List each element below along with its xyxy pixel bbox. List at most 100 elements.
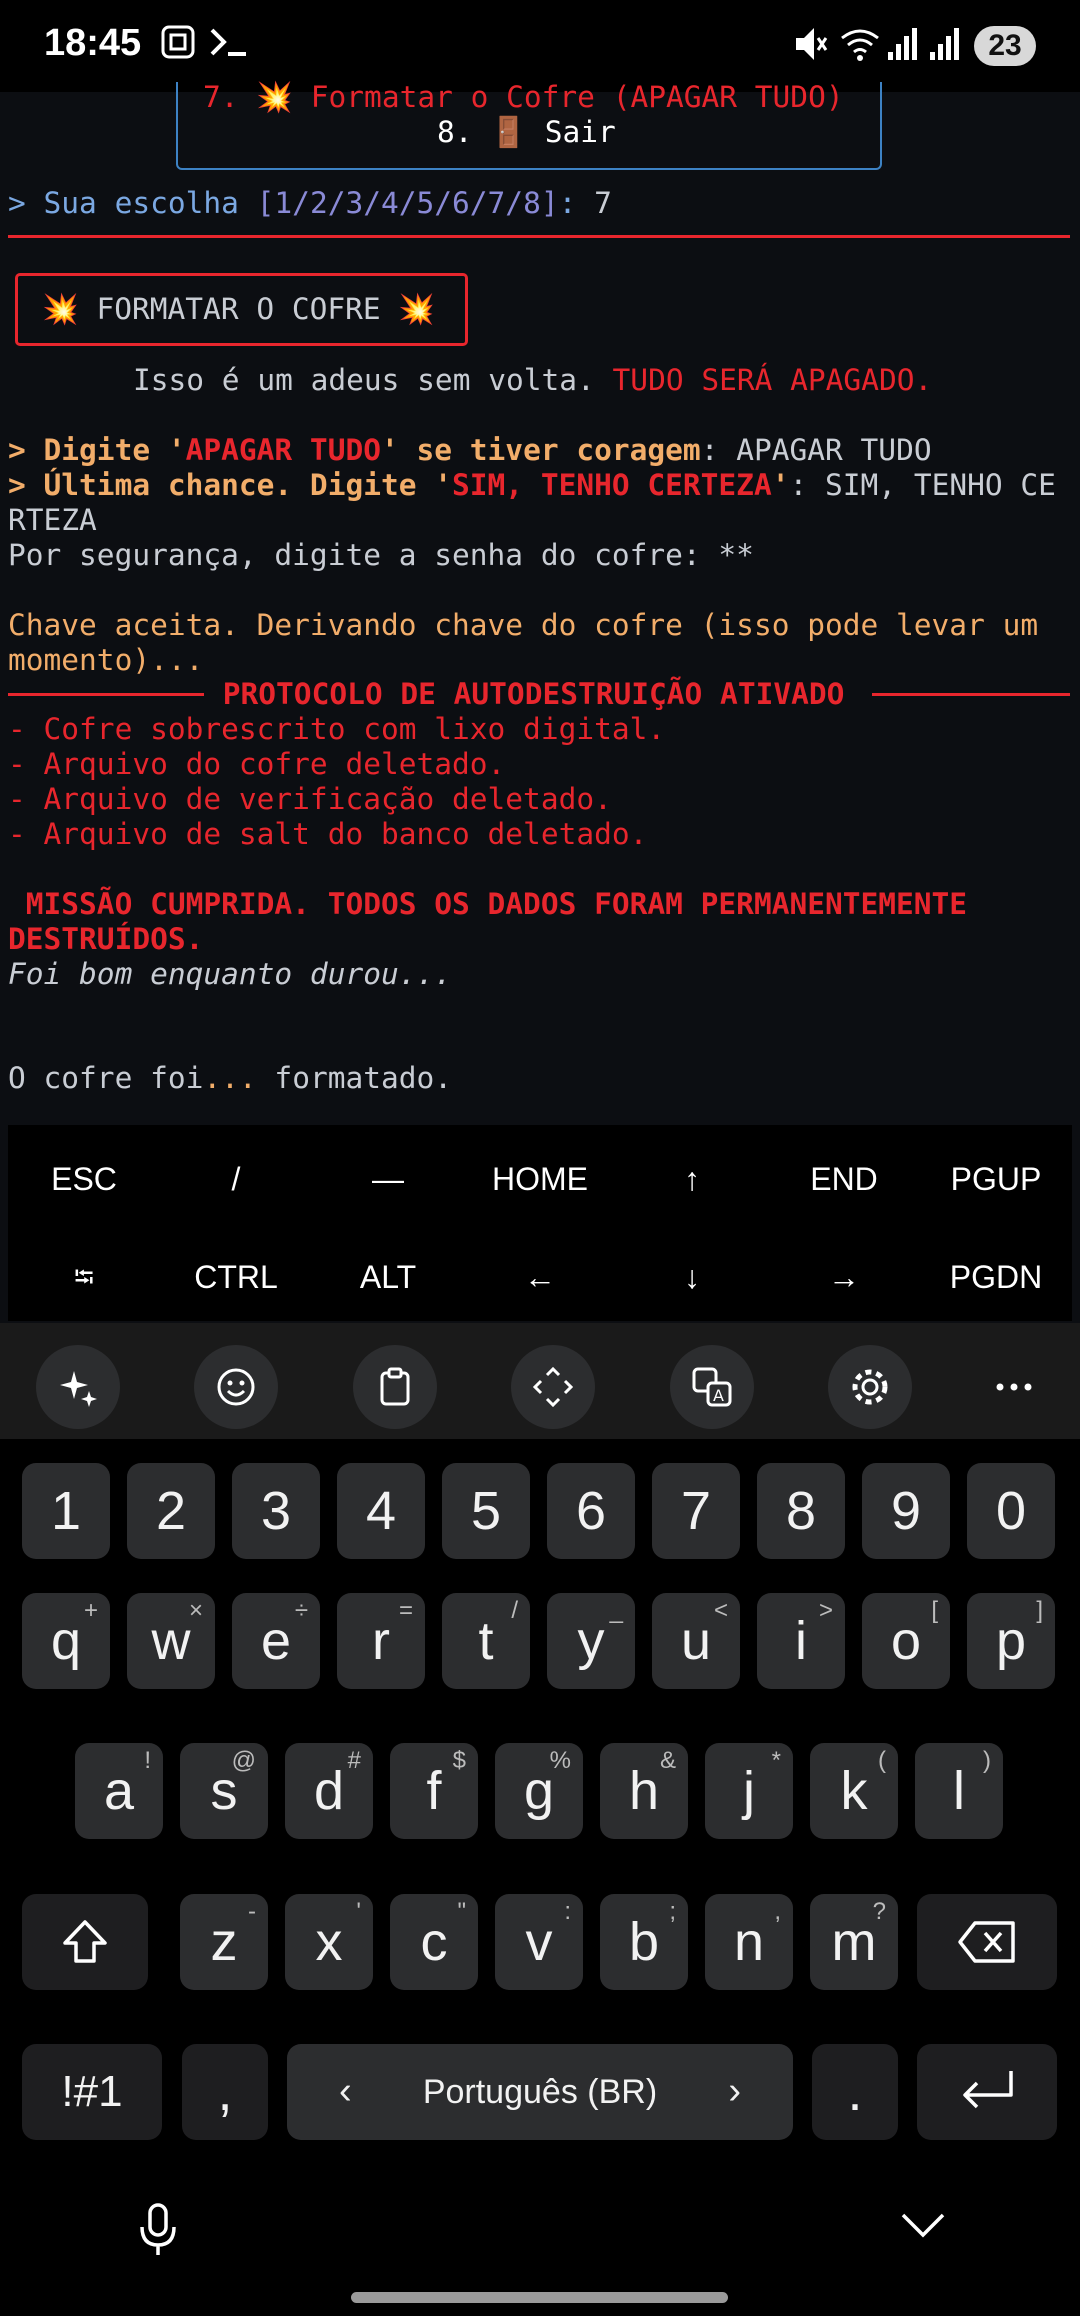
key-secondary-label: ! <box>144 1747 151 1774</box>
letter-key[interactable]: j * <box>705 1743 793 1839</box>
menu-item-format: 7. 💥 Formatar o Cofre (APAGAR TUDO) <box>203 80 844 114</box>
log-line: - Arquivo de verificação deletado. <box>8 782 612 816</box>
letter-key[interactable]: h & <box>600 1743 688 1839</box>
key-secondary-label: ] <box>1036 1597 1043 1624</box>
right-arrow-key[interactable]: → <box>768 1259 920 1296</box>
emoji-icon[interactable] <box>194 1345 278 1429</box>
clipboard-icon[interactable] <box>353 1345 437 1429</box>
mute-icon <box>792 24 828 69</box>
key-label: 5 <box>470 1481 502 1541</box>
status-bar: 18:45 23 <box>0 0 1080 92</box>
confirm-line-2: > Última chance. Digite 'SIM, TENHO CERT… <box>8 468 1056 502</box>
key-secondary-label: % <box>549 1747 571 1774</box>
microphone-icon[interactable] <box>138 2203 178 2262</box>
comma-key[interactable]: , <box>182 2044 268 2140</box>
letter-key[interactable]: m? <box>810 1894 898 1990</box>
letter-key[interactable]: i > <box>757 1593 845 1689</box>
terminal-output[interactable]: 7. 💥 Formatar o Cofre (APAGAR TUDO) 8. 🚪… <box>0 80 1080 1125</box>
letter-key[interactable]: n, <box>705 1894 793 1990</box>
letter-key[interactable]: u < <box>652 1593 740 1689</box>
number-key[interactable]: 1 <box>22 1463 110 1559</box>
translate-icon[interactable]: A <box>670 1345 754 1429</box>
pgdn-key[interactable]: PGDN <box>920 1259 1072 1296</box>
log-line: - Cofre sobrescrito com lixo digital. <box>8 712 666 746</box>
esc-key[interactable]: ESC <box>8 1161 160 1198</box>
home-key[interactable]: HOME <box>464 1161 616 1198</box>
wifi-icon <box>838 24 882 69</box>
number-key[interactable]: 7 <box>652 1463 740 1559</box>
goodbye-line: Foi bom enquanto durou... <box>8 957 453 991</box>
letter-key[interactable]: d # <box>285 1743 373 1839</box>
enter-key[interactable] <box>917 2044 1057 2140</box>
tab-key[interactable]: ⭾ <box>8 1259 160 1303</box>
number-key[interactable]: 8 <box>757 1463 845 1559</box>
signal-icon <box>886 24 920 69</box>
space-key[interactable]: ‹ Português (BR) › <box>287 2044 793 2140</box>
screenshot-icon <box>160 24 196 65</box>
number-key[interactable]: 5 <box>442 1463 530 1559</box>
slash-key[interactable]: / <box>160 1161 312 1198</box>
number-key[interactable]: 2 <box>127 1463 215 1559</box>
letter-key[interactable]: w × <box>127 1593 215 1689</box>
number-key[interactable]: 9 <box>862 1463 950 1559</box>
letter-key[interactable]: t / <box>442 1593 530 1689</box>
pgup-key[interactable]: PGUP <box>920 1161 1072 1198</box>
letter-key[interactable]: p] <box>967 1593 1055 1689</box>
letter-key[interactable]: c " <box>390 1894 478 1990</box>
extra-keys-bar: ESC / — HOME ↑ END PGUP ⭾ CTRL ALT ← ↓ →… <box>8 1125 1072 1321</box>
text-cursor-move-icon[interactable] <box>511 1345 595 1429</box>
letter-key[interactable]: g% <box>495 1743 583 1839</box>
more-icon[interactable] <box>972 1345 1056 1429</box>
number-key[interactable]: 0 <box>967 1463 1055 1559</box>
letter-key[interactable]: z- <box>180 1894 268 1990</box>
left-arrow-key[interactable]: ← <box>464 1259 616 1296</box>
key-secondary-label: + <box>83 1597 98 1624</box>
symbols-key[interactable]: !#1 <box>22 2044 162 2140</box>
letter-key[interactable]: q + <box>22 1593 110 1689</box>
letter-key[interactable]: l) <box>915 1743 1003 1839</box>
key-secondary-label: , <box>774 1898 781 1925</box>
letter-key[interactable]: e ÷ <box>232 1593 320 1689</box>
alt-key[interactable]: ALT <box>312 1259 464 1296</box>
letter-key[interactable]: k( <box>810 1743 898 1839</box>
letter-key[interactable]: x ' <box>285 1894 373 1990</box>
mission-complete-line: MISSÃO CUMPRIDA. TODOS OS DADOS FORAM PE… <box>8 887 968 921</box>
shift-key[interactable] <box>22 1894 148 1990</box>
letter-key[interactable]: s @ <box>180 1743 268 1839</box>
number-key[interactable]: 3 <box>232 1463 320 1559</box>
confirm-line-1: > Digite 'APAGAR TUDO' se tiver coragem:… <box>8 433 932 467</box>
letter-key[interactable]: y _ <box>547 1593 635 1689</box>
end-key[interactable]: END <box>768 1161 920 1198</box>
letter-key[interactable]: f $ <box>390 1743 478 1839</box>
key-secondary-label: " <box>457 1898 466 1925</box>
letter-key[interactable]: b; <box>600 1894 688 1990</box>
key-label: 3 <box>260 1481 292 1541</box>
navigation-handle[interactable] <box>351 2292 728 2303</box>
letter-key[interactable]: a! <box>75 1743 163 1839</box>
number-key[interactable]: 4 <box>337 1463 425 1559</box>
letter-key[interactable]: o[ <box>862 1593 950 1689</box>
letter-key[interactable]: v: <box>495 1894 583 1990</box>
ai-sparkle-icon[interactable] <box>36 1345 120 1429</box>
status-time: 18:45 <box>44 22 142 64</box>
down-arrow-key[interactable]: ↓ <box>616 1259 768 1296</box>
number-key[interactable]: 6 <box>547 1463 635 1559</box>
period-key[interactable]: . <box>812 2044 898 2140</box>
letter-key[interactable]: r = <box>337 1593 425 1689</box>
key-secondary-label: < <box>713 1597 728 1624</box>
hide-keyboard-chevron-icon[interactable] <box>900 2211 946 2244</box>
up-arrow-key[interactable]: ↑ <box>616 1161 768 1198</box>
dash-key[interactable]: — <box>312 1161 464 1198</box>
key-secondary-label: / <box>511 1597 518 1624</box>
password-prompt: Por segurança, digite a senha do cofre: … <box>8 538 754 572</box>
key-secondary-label: ' <box>356 1898 361 1925</box>
divider-line <box>8 235 1070 238</box>
ctrl-key[interactable]: CTRL <box>160 1259 312 1296</box>
protocol-rule-right <box>872 693 1070 696</box>
chevron-right-icon: › <box>728 2070 741 2112</box>
menu-item-exit: 8. 🚪 Sair <box>437 115 616 149</box>
key-label: 7 <box>680 1481 712 1541</box>
backspace-key[interactable] <box>917 1894 1057 1990</box>
key-secondary-label: - <box>248 1898 256 1925</box>
settings-gear-icon[interactable] <box>828 1345 912 1429</box>
